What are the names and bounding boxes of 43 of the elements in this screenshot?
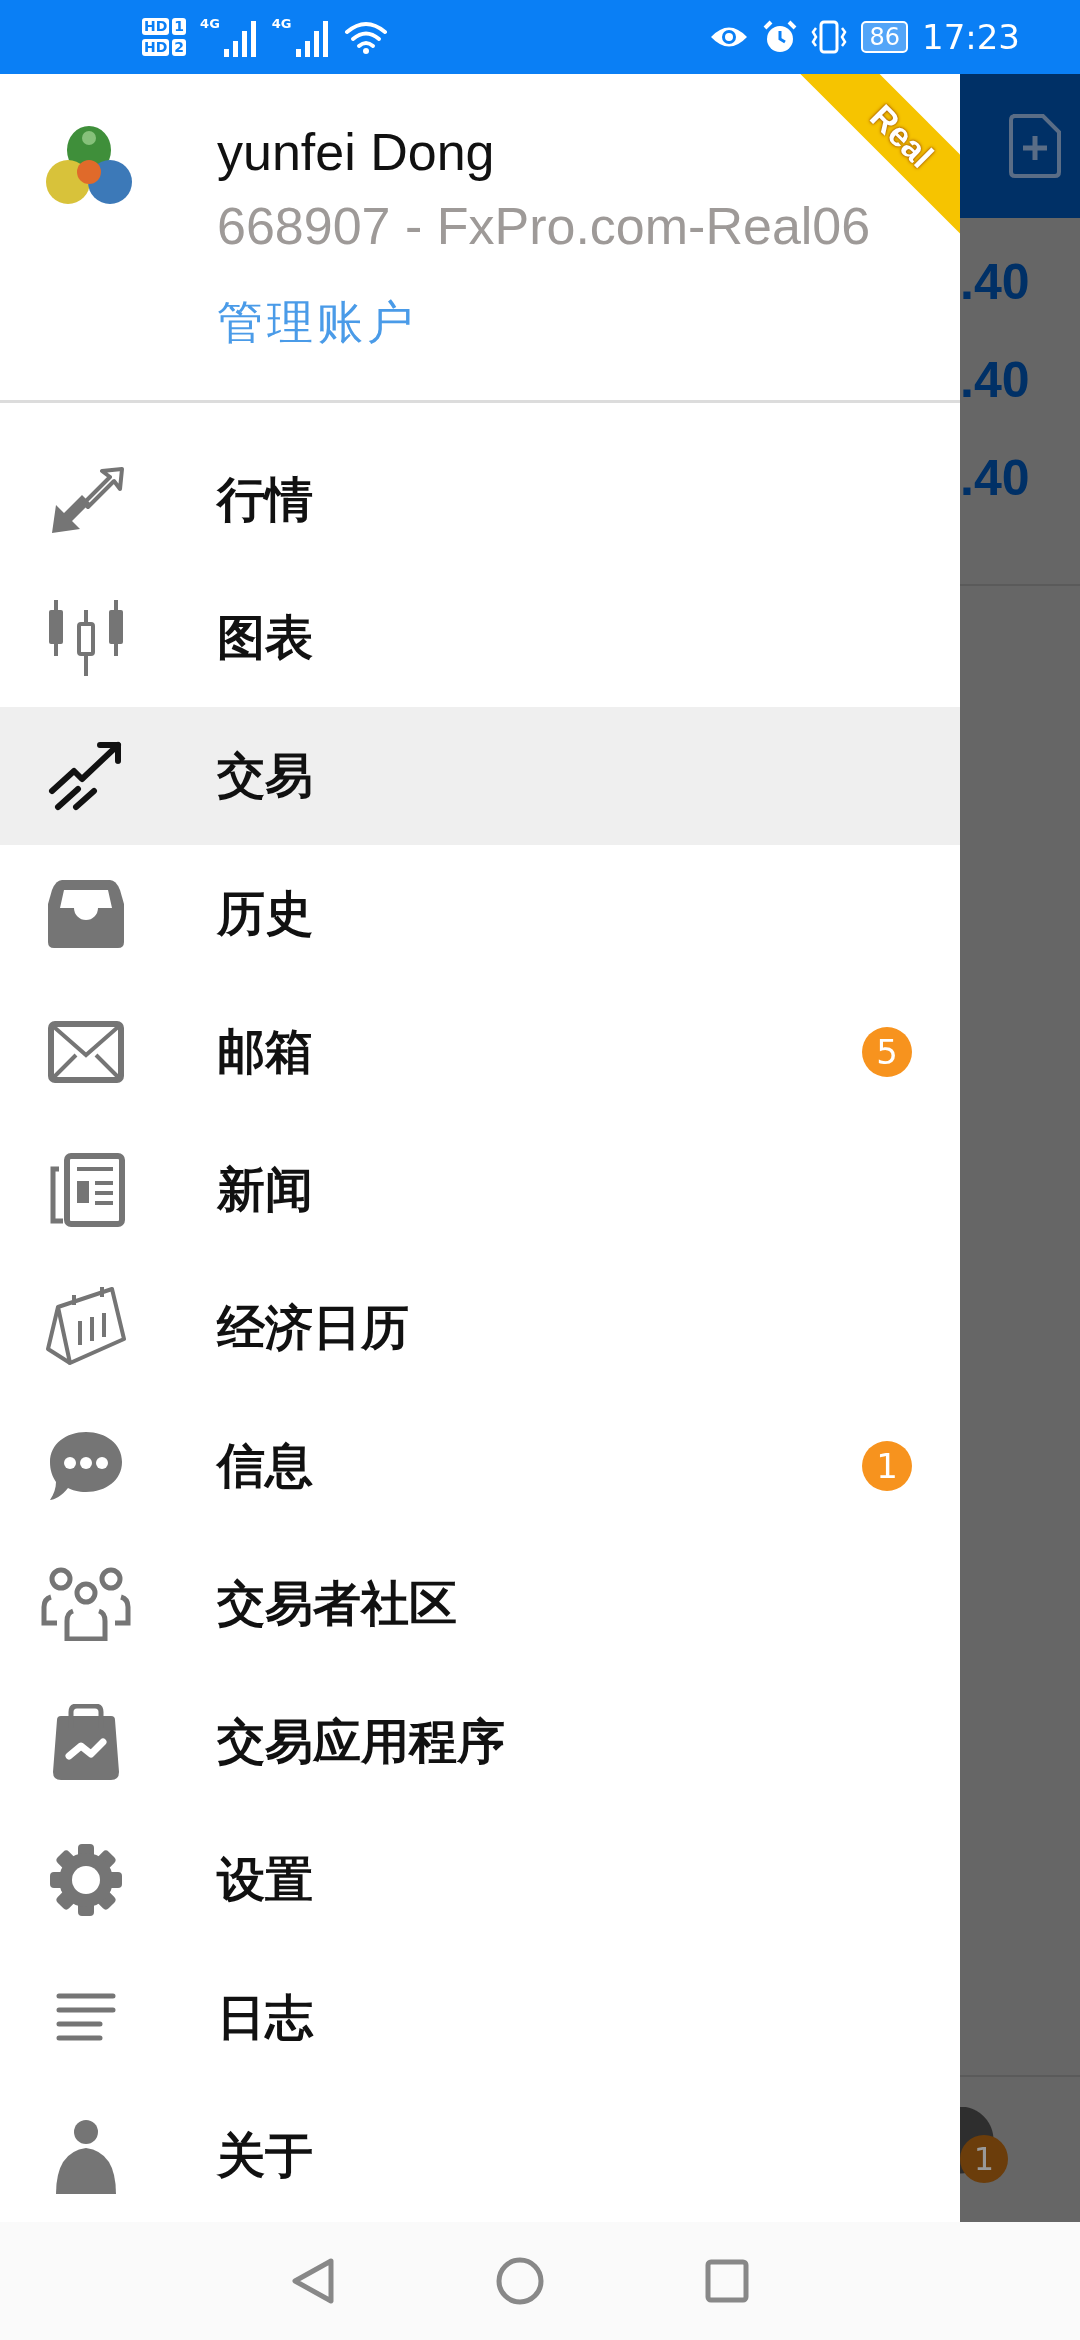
- wifi-icon: [343, 20, 388, 54]
- account-number: 668907 - FxPro.com-Real06: [217, 196, 871, 256]
- menu-item[interactable]: 交易应用程序: [0, 1673, 960, 1811]
- menu-item[interactable]: 关于: [0, 2087, 960, 2222]
- count-badge: 1: [862, 1441, 912, 1491]
- battery-level: 86: [861, 21, 908, 53]
- lines-icon: [56, 1993, 116, 2043]
- menu-item[interactable]: 邮箱 5: [0, 983, 960, 1121]
- price-value: .40: [960, 351, 1030, 409]
- menu-item[interactable]: 历史: [0, 845, 960, 983]
- back-icon[interactable]: [291, 2257, 335, 2305]
- price-value: .40: [960, 253, 1030, 311]
- account-name: yunfei Dong: [217, 122, 496, 182]
- count-badge: 1: [960, 2135, 1008, 2183]
- menu-item[interactable]: 信息 1: [0, 1397, 960, 1535]
- people-icon: [41, 1567, 131, 1641]
- trend-arrow-icon: [48, 741, 124, 811]
- envelope-icon: [48, 1021, 124, 1083]
- home-icon[interactable]: [495, 2256, 545, 2306]
- chat-bubble-icon: [48, 1430, 124, 1502]
- gear-icon: [50, 1844, 122, 1916]
- menu-item[interactable]: 行情: [0, 431, 960, 569]
- new-document-icon: [1009, 114, 1061, 178]
- recents-icon[interactable]: [705, 2259, 749, 2303]
- menu-item[interactable]: 经济日历: [0, 1259, 960, 1397]
- menu-item[interactable]: 交易者社区: [0, 1535, 960, 1673]
- sim-indicator: HD 1: [142, 18, 187, 35]
- alarm-icon: [763, 20, 798, 54]
- clock-time: 17:23: [922, 17, 1020, 57]
- vibrate-icon: [811, 20, 848, 54]
- menu-item[interactable]: 设置: [0, 1811, 960, 1949]
- network-type: 4G: [271, 16, 292, 31]
- inbox-icon: [48, 880, 124, 948]
- shopping-bag-icon: [53, 1704, 119, 1780]
- count-badge: 5: [862, 1027, 912, 1077]
- menu-item[interactable]: 新闻: [0, 1121, 960, 1259]
- menu-item[interactable]: 图表: [0, 569, 960, 707]
- candlestick-icon: [47, 600, 125, 676]
- price-value: .40: [960, 449, 1030, 507]
- network-type: 4G: [200, 16, 220, 31]
- menu-item[interactable]: 交易: [0, 707, 960, 845]
- menu-item[interactable]: 日志: [0, 1949, 960, 2087]
- sim-indicator: HD 2: [142, 39, 187, 56]
